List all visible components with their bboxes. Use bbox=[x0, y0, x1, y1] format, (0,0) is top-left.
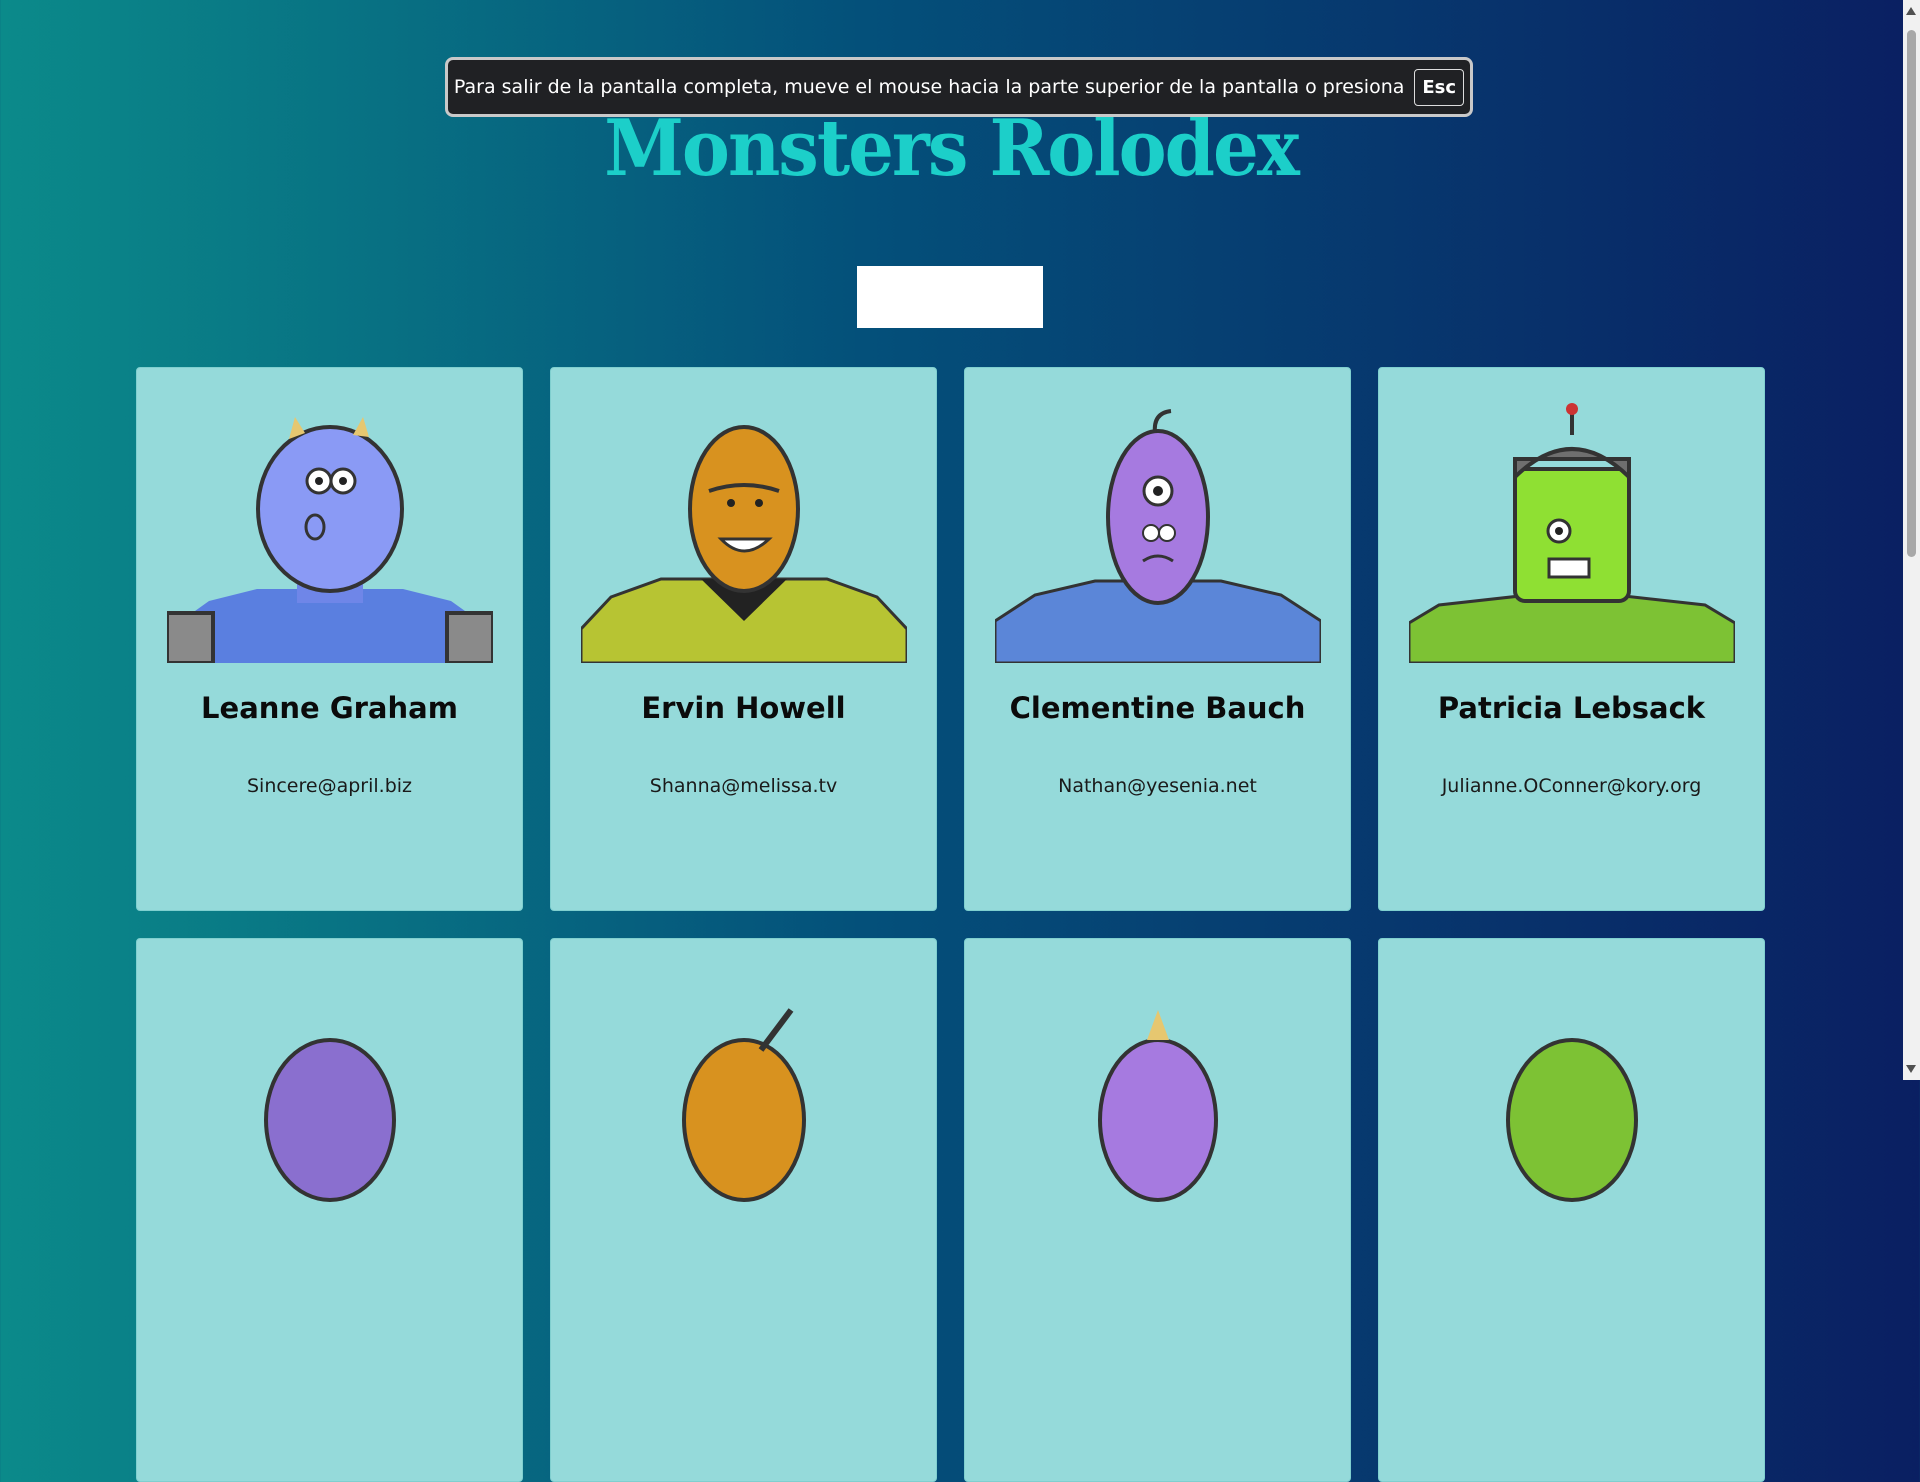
monster-avatar-image bbox=[681, 1008, 806, 1202]
banner-message: Para salir de la pantalla completa, muev… bbox=[453, 76, 1405, 98]
monster-avatar-image bbox=[1097, 1010, 1218, 1202]
monster-avatar-image bbox=[263, 1038, 396, 1202]
monster-card[interactable] bbox=[550, 938, 937, 1482]
scrollbar-thumb[interactable] bbox=[1907, 30, 1916, 557]
vertical-scrollbar[interactable] bbox=[1903, 0, 1920, 1080]
monster-name: Patricia Lebsack bbox=[1437, 691, 1706, 725]
monster-card[interactable]: Clementine Bauch Nathan@yesenia.net bbox=[964, 367, 1351, 911]
card-list: Leanne Graham Sincere@april.biz Ervin Ho… bbox=[136, 367, 1765, 1482]
monster-avatar-image bbox=[994, 409, 1321, 663]
monster-avatar-image bbox=[580, 425, 907, 663]
monster-name: Clementine Bauch bbox=[1009, 691, 1306, 725]
monster-name: Ervin Howell bbox=[641, 691, 846, 725]
monster-card[interactable]: Ervin Howell Shanna@melissa.tv bbox=[550, 367, 937, 911]
monster-name: Leanne Graham bbox=[201, 691, 458, 725]
esc-key-badge: Esc bbox=[1414, 68, 1465, 106]
scroll-down-arrow-icon[interactable] bbox=[1906, 1065, 1916, 1073]
fullscreen-exit-banner: Para salir de la pantalla completa, muev… bbox=[445, 57, 1473, 117]
monster-card[interactable]: Leanne Graham Sincere@april.biz bbox=[136, 367, 523, 911]
scroll-up-arrow-icon[interactable] bbox=[1906, 7, 1916, 15]
monster-card[interactable] bbox=[1378, 938, 1765, 1482]
monster-avatar-image bbox=[1408, 403, 1735, 663]
monster-card[interactable] bbox=[964, 938, 1351, 1482]
monster-avatar-image bbox=[166, 417, 493, 663]
search-input[interactable] bbox=[857, 266, 1043, 328]
monster-card[interactable]: Patricia Lebsack Julianne.OConner@kory.o… bbox=[1378, 367, 1765, 911]
monster-card[interactable] bbox=[136, 938, 523, 1482]
monster-email: Sincere@april.biz bbox=[246, 775, 413, 797]
monster-email: Nathan@yesenia.net bbox=[1058, 775, 1257, 797]
monster-email: Julianne.OConner@kory.org bbox=[1441, 775, 1702, 797]
monster-avatar-image bbox=[1505, 1038, 1638, 1202]
monster-email: Shanna@melissa.tv bbox=[649, 775, 838, 797]
